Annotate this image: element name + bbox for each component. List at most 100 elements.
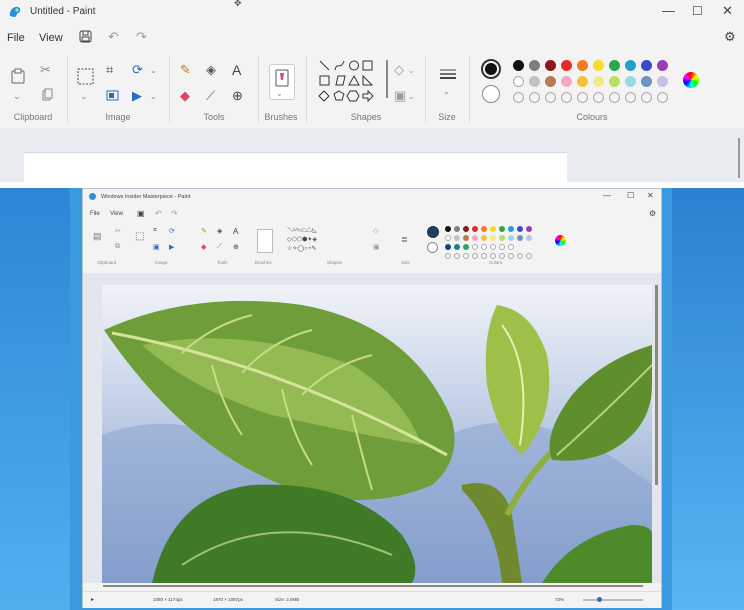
menu-file[interactable]: File: [90, 211, 100, 217]
custom-color-slot[interactable]: [657, 92, 668, 103]
color-swatch[interactable]: [499, 244, 505, 250]
outline-icon[interactable]: ◇: [394, 62, 404, 78]
custom-color-slot[interactable]: [472, 253, 478, 259]
color-swatch[interactable]: [454, 244, 460, 250]
color-swatch[interactable]: [454, 226, 460, 232]
settings-icon[interactable]: ⚙: [649, 209, 656, 218]
color-swatch[interactable]: [463, 226, 469, 232]
color-swatch[interactable]: [499, 235, 505, 241]
redo-icon[interactable]: ↷: [136, 29, 147, 45]
edit-colors-icon[interactable]: [683, 72, 699, 88]
custom-color-slot[interactable]: [513, 92, 524, 103]
shapes-scrollbar[interactable]: [386, 60, 388, 98]
zoom-slider[interactable]: [583, 599, 643, 601]
color-swatch[interactable]: [545, 76, 556, 87]
custom-color-slot[interactable]: [517, 253, 523, 259]
custom-color-slot[interactable]: [454, 253, 460, 259]
color-swatch[interactable]: [508, 226, 514, 232]
color-swatch[interactable]: [481, 235, 487, 241]
custom-color-slot[interactable]: [545, 92, 556, 103]
color-swatch[interactable]: [513, 76, 524, 87]
maximize-button[interactable]: ☐: [627, 191, 634, 200]
undo-icon[interactable]: ↶: [155, 209, 162, 218]
color-swatch[interactable]: [577, 60, 588, 71]
color-swatch[interactable]: [517, 235, 523, 241]
canvas[interactable]: [24, 152, 567, 182]
color-swatch[interactable]: [490, 244, 496, 250]
color-swatch[interactable]: [545, 60, 556, 71]
select-icon[interactable]: [77, 68, 94, 85]
color-swatch[interactable]: [513, 60, 524, 71]
crop-icon[interactable]: ⌗: [153, 227, 157, 235]
undo-icon[interactable]: ↶: [108, 29, 119, 45]
color-swatch[interactable]: [445, 226, 451, 232]
color-swatch[interactable]: [657, 60, 668, 71]
zoom-slider-thumb[interactable]: [597, 597, 602, 602]
color-swatch[interactable]: [463, 235, 469, 241]
fill-icon[interactable]: ◈: [206, 62, 216, 78]
cut-icon[interactable]: ✂: [40, 62, 51, 78]
vertical-scrollbar[interactable]: [655, 285, 658, 485]
paste-dropdown-icon[interactable]: ⌄: [13, 88, 21, 104]
color-swatch[interactable]: [490, 235, 496, 241]
custom-color-slot[interactable]: [499, 253, 505, 259]
color-swatch[interactable]: [625, 76, 636, 87]
color-swatch[interactable]: [481, 226, 487, 232]
color-swatch[interactable]: [508, 235, 514, 241]
custom-color-slot[interactable]: [609, 92, 620, 103]
shapes-gallery[interactable]: ＼∽○□△◺ ◇⬠⬡⬢✦◈ ☆✧◯○◔✎: [287, 227, 369, 255]
secondary-color-swatch[interactable]: [427, 242, 438, 253]
edit-colors-icon[interactable]: [555, 235, 566, 246]
color-picker-icon[interactable]: ⟋: [217, 243, 222, 251]
menu-view[interactable]: View: [39, 32, 63, 44]
color-swatch[interactable]: [577, 76, 588, 87]
color-swatch[interactable]: [526, 226, 532, 232]
close-button[interactable]: ✕: [722, 3, 733, 19]
menu-file[interactable]: File: [7, 32, 25, 44]
redo-icon[interactable]: ↷: [171, 209, 178, 218]
size-dropdown-icon[interactable]: ⌄: [443, 84, 450, 100]
copy-icon[interactable]: [42, 88, 53, 101]
color-swatch[interactable]: [561, 60, 572, 71]
custom-color-slot[interactable]: [625, 92, 636, 103]
color-swatch[interactable]: [593, 76, 604, 87]
color-swatch[interactable]: [472, 235, 478, 241]
magnifier-icon[interactable]: ⊕: [233, 243, 239, 251]
settings-icon[interactable]: ⚙: [724, 29, 736, 45]
fill-shape-icon[interactable]: ▣: [394, 88, 406, 104]
text-icon[interactable]: A: [232, 62, 241, 78]
color-swatch[interactable]: [490, 226, 496, 232]
custom-color-slot[interactable]: [508, 253, 514, 259]
color-swatch[interactable]: [445, 244, 451, 250]
color-swatch[interactable]: [454, 235, 460, 241]
custom-color-slot[interactable]: [641, 92, 652, 103]
custom-color-slot[interactable]: [463, 253, 469, 259]
custom-color-slot[interactable]: [481, 253, 487, 259]
brushes-button[interactable]: ⌄: [269, 64, 295, 100]
custom-color-slot[interactable]: [529, 92, 540, 103]
color-swatch[interactable]: [657, 76, 668, 87]
custom-color-slot[interactable]: [561, 92, 572, 103]
flip-icon[interactable]: ▶: [169, 243, 174, 251]
color-swatch[interactable]: [445, 235, 451, 241]
eraser-icon[interactable]: ◆: [201, 243, 206, 251]
primary-color-swatch[interactable]: [481, 59, 501, 79]
primary-color-swatch[interactable]: [427, 226, 439, 238]
fill-shape-icon[interactable]: ▣: [373, 243, 380, 251]
fill-shape-dropdown-icon[interactable]: ⌄: [408, 89, 415, 105]
brushes-button[interactable]: [257, 229, 273, 253]
menu-view[interactable]: View: [110, 211, 123, 217]
color-swatch[interactable]: [641, 60, 652, 71]
size-icon[interactable]: [439, 68, 457, 80]
color-swatch[interactable]: [472, 226, 478, 232]
save-icon[interactable]: ▣: [137, 209, 145, 218]
color-swatch[interactable]: [593, 60, 604, 71]
maximize-button[interactable]: ☐: [692, 3, 703, 19]
fill-icon[interactable]: ◈: [217, 227, 222, 235]
resize-icon[interactable]: ▣: [153, 243, 160, 251]
paste-icon[interactable]: ▤: [93, 231, 102, 242]
flip-icon[interactable]: ▶: [132, 88, 142, 104]
cut-icon[interactable]: ✂: [115, 227, 121, 235]
rotate-icon[interactable]: ⟳: [169, 227, 175, 235]
select-dropdown-icon[interactable]: ⌄: [80, 88, 88, 104]
